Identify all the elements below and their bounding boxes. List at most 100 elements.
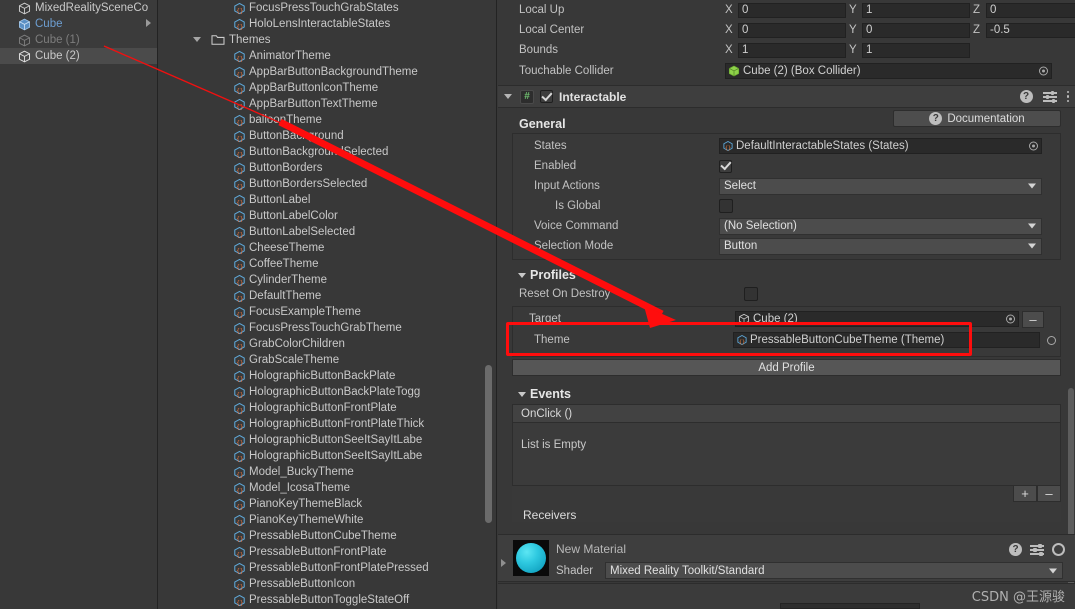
help-icon[interactable]: ? xyxy=(1019,90,1033,103)
scriptable-object-icon: {} xyxy=(234,354,245,366)
gear-icon[interactable] xyxy=(1052,543,1065,556)
project-list-item[interactable]: {} PressableButtonToggleStateOff xyxy=(159,592,496,608)
project-list-item[interactable]: {} Model_BuckyTheme xyxy=(159,464,496,480)
project-list-item[interactable]: {} ButtonBordersSelected xyxy=(159,176,496,192)
input-actions-dropdown[interactable]: Select xyxy=(719,177,1042,195)
scriptable-object-icon: {} xyxy=(234,114,245,126)
receivers-foldout[interactable]: Receivers xyxy=(512,502,1061,522)
project-list-item[interactable]: {} ButtonLabel xyxy=(159,192,496,208)
project-list-item[interactable]: {} PressableButtonFrontPlatePressed xyxy=(159,560,496,576)
project-list-item[interactable]: {} balloonTheme xyxy=(159,112,496,128)
project-list-item[interactable]: {} HolographicButtonSeeItSayItLabe xyxy=(159,432,496,448)
project-list-item[interactable]: {} FocusExampleTheme xyxy=(159,304,496,320)
chevron-down-icon[interactable] xyxy=(504,94,512,99)
preset-icon[interactable] xyxy=(1030,543,1044,556)
project-list-item[interactable]: {} AppBarButtonTextTheme xyxy=(159,96,496,112)
project-list-item[interactable]: {} AppBarButtonBackgroundTheme xyxy=(159,64,496,80)
add-profile-button[interactable]: Add Profile xyxy=(512,359,1061,376)
project-list-item[interactable]: {} ButtonBackground xyxy=(159,128,496,144)
add-listener-button[interactable]: + xyxy=(1013,485,1037,502)
project-list-item[interactable]: {} GrabScaleTheme xyxy=(159,352,496,368)
project-list-item[interactable]: {} ButtonLabelSelected xyxy=(159,224,496,240)
hierarchy-item-cube-1[interactable]: Cube (1) xyxy=(0,32,157,48)
selection-mode-dropdown[interactable]: Button xyxy=(719,237,1042,255)
project-list-item[interactable]: {} PianoKeyThemeBlack xyxy=(159,496,496,512)
project-list-item[interactable]: {} AnimatorTheme xyxy=(159,48,496,64)
project-list-item[interactable]: {} FocusPressTouchGrabTheme xyxy=(159,320,496,336)
axis-input[interactable]: 1 xyxy=(862,42,970,58)
voice-command-dropdown[interactable]: (No Selection) xyxy=(719,217,1042,235)
axis-input[interactable]: 0 xyxy=(986,2,1075,18)
project-list-item[interactable]: {} DefaultTheme xyxy=(159,288,496,304)
axis-input[interactable]: 0 xyxy=(862,22,970,38)
events-foldout[interactable]: Events xyxy=(518,387,1075,401)
folder-label: Themes xyxy=(229,34,271,46)
hierarchy-item-cube-2[interactable]: Cube (2) xyxy=(0,48,157,64)
project-list-item[interactable]: {} ButtonLabelColor xyxy=(159,208,496,224)
preset-icon[interactable] xyxy=(1042,90,1057,103)
project-list-item[interactable]: {} HolographicButtonSeeItSayItLabe xyxy=(159,448,496,464)
states-label: States xyxy=(534,140,567,152)
project-list-item[interactable]: {} HoloLensInteractableStates xyxy=(159,16,496,32)
profiles-foldout[interactable]: Profiles xyxy=(518,268,1075,282)
project-list-item[interactable]: {} PressableButtonFrontPlate xyxy=(159,544,496,560)
axis-input[interactable]: -0.5 xyxy=(986,22,1075,38)
shader-dropdown[interactable]: Mixed Reality Toolkit/Standard xyxy=(605,562,1063,579)
scriptable-object-icon: {} xyxy=(234,242,245,254)
theme-object-picker-icon[interactable] xyxy=(1047,335,1056,345)
more-options-icon[interactable] xyxy=(1066,90,1069,103)
svg-text:{}: {} xyxy=(236,311,243,318)
project-list-item[interactable]: {} AppBarButtonIconTheme xyxy=(159,80,496,96)
project-list-item[interactable]: {} HolographicButtonBackPlateTogg xyxy=(159,384,496,400)
project-list-item[interactable]: {} ButtonBackgroundSelected xyxy=(159,144,496,160)
states-field[interactable]: {} DefaultInteractableStates (States) xyxy=(719,138,1042,154)
hierarchy-item-cube[interactable]: Cube xyxy=(0,16,157,32)
svg-text:{}: {} xyxy=(236,23,243,30)
project-list-item[interactable]: {} CheeseTheme xyxy=(159,240,496,256)
documentation-button[interactable]: ? Documentation xyxy=(893,110,1061,127)
interactable-component-header[interactable]: # Interactable ? xyxy=(498,85,1075,108)
axis-input[interactable]: 0 xyxy=(738,22,846,38)
project-folder-themes[interactable]: Themes xyxy=(159,32,496,48)
reset-on-destroy-checkbox[interactable] xyxy=(744,287,758,301)
profiles-section-header[interactable]: Profiles xyxy=(498,260,1075,282)
project-list-item[interactable]: {} PressableButtonCubeTheme xyxy=(159,528,496,544)
scriptable-object-icon: {} xyxy=(234,370,245,382)
chevron-down-icon[interactable] xyxy=(193,37,201,42)
project-list-item[interactable]: {} HolographicButtonFrontPlateThick xyxy=(159,416,496,432)
scriptable-object-icon: {} xyxy=(234,66,245,78)
help-icon[interactable]: ? xyxy=(1009,543,1022,556)
project-list-item[interactable]: {} PressableButtonIcon xyxy=(159,576,496,592)
project-list-item[interactable]: {} HolographicButtonFrontPlate xyxy=(159,400,496,416)
project-list-item[interactable]: {} HolographicButtonBackPlate xyxy=(159,368,496,384)
project-list-item[interactable]: {} CoffeeTheme xyxy=(159,256,496,272)
project-scrollbar[interactable] xyxy=(485,365,492,523)
axis-input[interactable]: 1 xyxy=(738,42,846,58)
svg-text:{}: {} xyxy=(236,247,243,254)
is-global-checkbox[interactable] xyxy=(719,199,733,213)
axis-input[interactable]: 1 xyxy=(862,2,970,18)
project-list-item[interactable]: {} ButtonBorders xyxy=(159,160,496,176)
bottom-resize-handle[interactable] xyxy=(780,603,920,609)
remove-listener-button[interactable]: – xyxy=(1037,485,1061,502)
object-picker-icon[interactable] xyxy=(1029,141,1038,151)
axis-input[interactable]: 0 xyxy=(738,2,846,18)
chevron-right-icon[interactable] xyxy=(146,19,151,27)
component-enabled-checkbox[interactable] xyxy=(540,90,553,103)
svg-text:{}: {} xyxy=(236,55,243,62)
touchable-collider-field[interactable]: Cube (2) (Box Collider) xyxy=(725,63,1052,79)
remove-profile-button[interactable]: – xyxy=(1022,310,1044,328)
general-section-title: General xyxy=(519,117,566,131)
project-list-item[interactable]: {} FocusPressTouchGrabStates xyxy=(159,0,496,16)
project-list-item[interactable]: {} PianoKeyThemeWhite xyxy=(159,512,496,528)
chevron-right-icon[interactable] xyxy=(501,559,506,567)
vector-axis-y: Y1 xyxy=(849,2,970,18)
object-picker-icon[interactable] xyxy=(1006,314,1015,324)
enabled-checkbox[interactable] xyxy=(719,159,732,173)
object-picker-icon[interactable] xyxy=(1039,66,1048,76)
project-list-item[interactable]: {} Model_IcosaTheme xyxy=(159,480,496,496)
project-list-item[interactable]: {} GrabColorChildren xyxy=(159,336,496,352)
hierarchy-item-mixedrealityscene[interactable]: MixedRealitySceneCo xyxy=(0,0,157,16)
project-list-item[interactable]: {} CylinderTheme xyxy=(159,272,496,288)
events-section-header[interactable]: Events xyxy=(498,376,1075,401)
